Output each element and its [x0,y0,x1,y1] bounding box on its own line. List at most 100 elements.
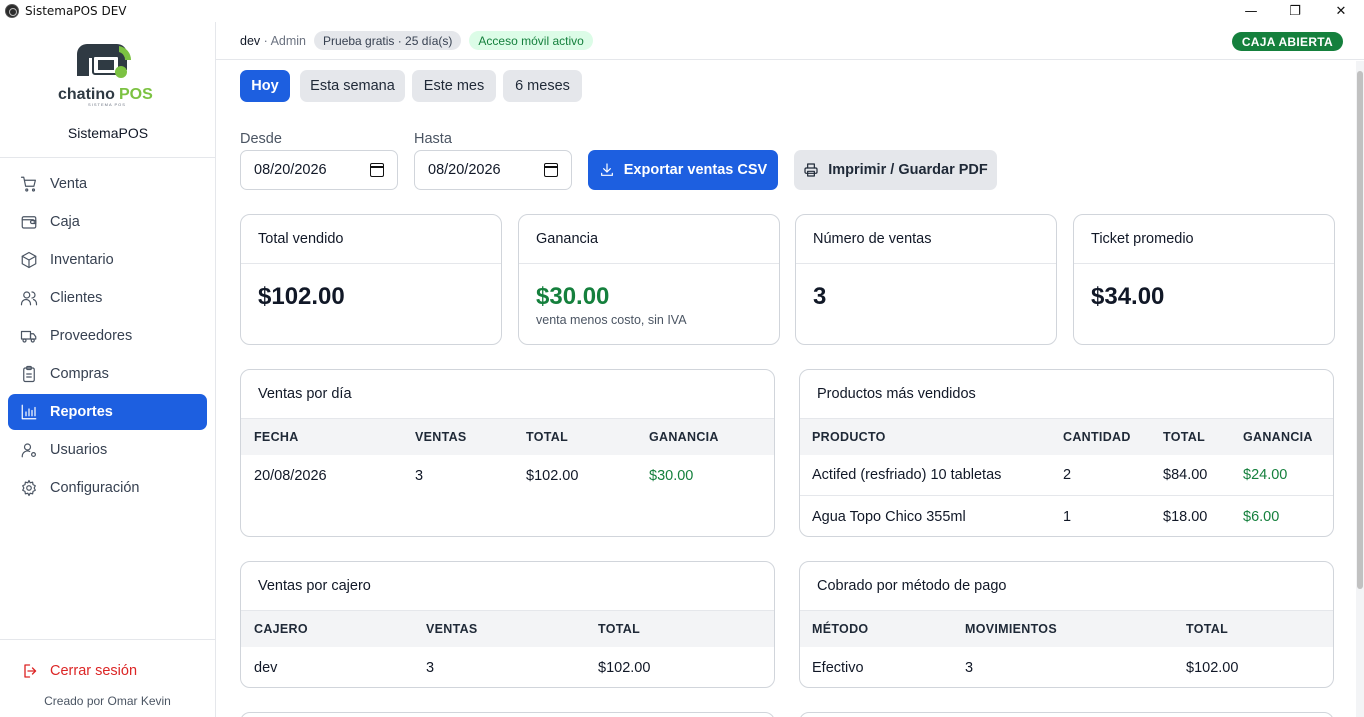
range-today-button[interactable]: Hoy [240,70,290,102]
box-icon [21,251,37,269]
gear-icon [22,479,36,497]
scrollbar-thumb[interactable] [1357,71,1363,589]
calendar-icon[interactable] [370,163,384,177]
download-icon [600,163,613,176]
calendar-icon[interactable] [544,163,558,177]
sidebar: chatino POS SISTEMA POS SistemaPOS Venta… [0,22,216,717]
chatinopos-logo: chatino POS SISTEMA POS [58,44,153,107]
from-date-input[interactable]: 08/20/2026 [240,150,398,190]
wallet-icon [21,216,37,229]
column-header: PRODUCTO [812,430,886,444]
minimize-button[interactable]: — [1228,0,1274,22]
range-month-button[interactable]: Este mes [412,70,496,102]
card-title: Productos más vendidos [800,370,1333,419]
print-pdf-label: Imprimir / Guardar PDF [828,162,988,178]
clipboard-icon [23,365,35,383]
username: dev [240,33,261,48]
logo-wordmark-accent: POS [119,86,153,103]
table-cell: Efectivo [812,659,864,676]
stat-card-average: Ticket promedio $34.00 [1073,214,1335,345]
column-header: FECHA [254,430,299,444]
table-header: FECHA VENTAS TOTAL GANANCIA [241,419,774,455]
range-week-button[interactable]: Esta semana [300,70,405,102]
close-button[interactable]: ✕ [1318,0,1364,22]
column-header: VENTAS [415,430,467,444]
stat-card-profit: Ganancia $30.00 venta menos costo, sin I… [518,214,780,345]
export-csv-button[interactable]: Exportar ventas CSV [588,150,778,190]
card-title: Cobrado por método de pago [800,562,1333,611]
logo-tagline: SISTEMA POS [88,102,126,107]
sidebar-item-caja[interactable]: Caja [8,204,207,240]
from-label: Desde [240,131,282,147]
sidebar-item-label: Compras [50,366,109,382]
table-cell: 2 [1063,467,1072,483]
stat-label: Total vendido [241,215,501,264]
card-title: Ventas por cajero [241,562,774,611]
sidebar-item-compras[interactable]: Compras [8,356,207,392]
user-gear-icon [21,443,36,458]
logout-button[interactable]: Cerrar sesión [22,662,137,680]
stat-label: Ticket promedio [1074,215,1334,264]
sidebar-item-label: Proveedores [50,328,133,344]
logout-icon [24,664,37,678]
table-header: PRODUCTO CANTIDAD TOTAL GANANCIA [800,419,1333,455]
user-role: Admin [270,33,307,48]
to-date-value: 08/20/2026 [428,162,501,178]
to-label: Hasta [414,131,452,147]
table-row: 20/08/2026 3 $102.00 $30.00 [241,455,774,496]
column-header: CANTIDAD [1063,430,1131,444]
column-header: GANANCIA [1243,430,1313,444]
sidebar-footer: Cerrar sesión Creado por Omar Kevin [0,639,215,717]
bar-chart-icon [21,404,37,420]
range-6months-button[interactable]: 6 meses [503,70,582,102]
printer-icon [804,163,818,177]
sidebar-item-configuracion[interactable]: Configuración [8,470,207,506]
from-date-value: 08/20/2026 [254,162,327,178]
sidebar-item-label: Inventario [50,252,114,268]
stat-value: 3 [813,283,827,310]
trial-badge: Prueba gratis · 25 día(s) [314,31,462,50]
column-header: MOVIMIENTOS [965,622,1057,636]
sidebar-item-label: Caja [50,214,80,230]
column-header: TOTAL [526,430,569,444]
sales-by-cashier-card: Ventas por cajero CAJERO VENTAS TOTAL de… [240,561,775,688]
column-header: MÉTODO [812,622,869,636]
window-title: SistemaPOS DEV [25,4,127,18]
sidebar-item-clientes[interactable]: Clientes [8,280,207,316]
next-card-left [240,712,775,717]
table-cell: Agua Topo Chico 355ml [812,508,966,525]
column-header: CAJERO [254,622,308,636]
main-scrollbar[interactable] [1356,61,1364,717]
card-title: Ventas por día [241,370,774,419]
reports-main: Hoy Esta semana Este mes 6 meses Desde 0… [216,61,1356,717]
stat-value: $102.00 [258,283,345,310]
column-header: TOTAL [598,622,641,636]
sidebar-item-inventario[interactable]: Inventario [8,242,207,278]
top-header: dev · Admin Prueba gratis · 25 día(s) Ac… [216,22,1364,60]
sidebar-item-label: Venta [50,176,88,192]
export-csv-label: Exportar ventas CSV [623,162,768,178]
sidebar-item-reportes[interactable]: Reportes [8,394,207,430]
print-pdf-button[interactable]: Imprimir / Guardar PDF [794,150,997,190]
table-row: Actifed (resfriado) 10 tabletas 2 $84.00… [800,455,1333,496]
table-row: dev 3 $102.00 [241,647,774,687]
users-icon [20,291,38,306]
sidebar-item-label: Usuarios [50,442,108,458]
user-info: dev · Admin [240,34,306,48]
maximize-button[interactable]: ❐ [1272,0,1318,22]
logo-wordmark: chatino [58,86,115,103]
table-header: MÉTODO MOVIMIENTOS TOTAL [800,611,1333,647]
table-cell: $24.00 [1243,467,1288,483]
sidebar-item-venta[interactable]: Venta [8,166,207,202]
sidebar-item-proveedores[interactable]: Proveedores [8,318,207,354]
truck-icon [20,330,37,343]
credit-text: Creado por Omar Kevin [44,694,171,708]
table-cell: Actifed (resfriado) 10 tabletas [812,467,1002,483]
brand-area: chatino POS SISTEMA POS SistemaPOS [0,22,215,158]
table-row: Agua Topo Chico 355ml 1 $18.00 $6.00 [800,496,1333,536]
sidebar-item-usuarios[interactable]: Usuarios [8,432,207,468]
table-row: Efectivo 3 $102.00 [800,647,1333,687]
to-date-input[interactable]: 08/20/2026 [414,150,572,190]
stat-value: $34.00 [1091,283,1165,310]
table-cell: $18.00 [1163,508,1208,525]
